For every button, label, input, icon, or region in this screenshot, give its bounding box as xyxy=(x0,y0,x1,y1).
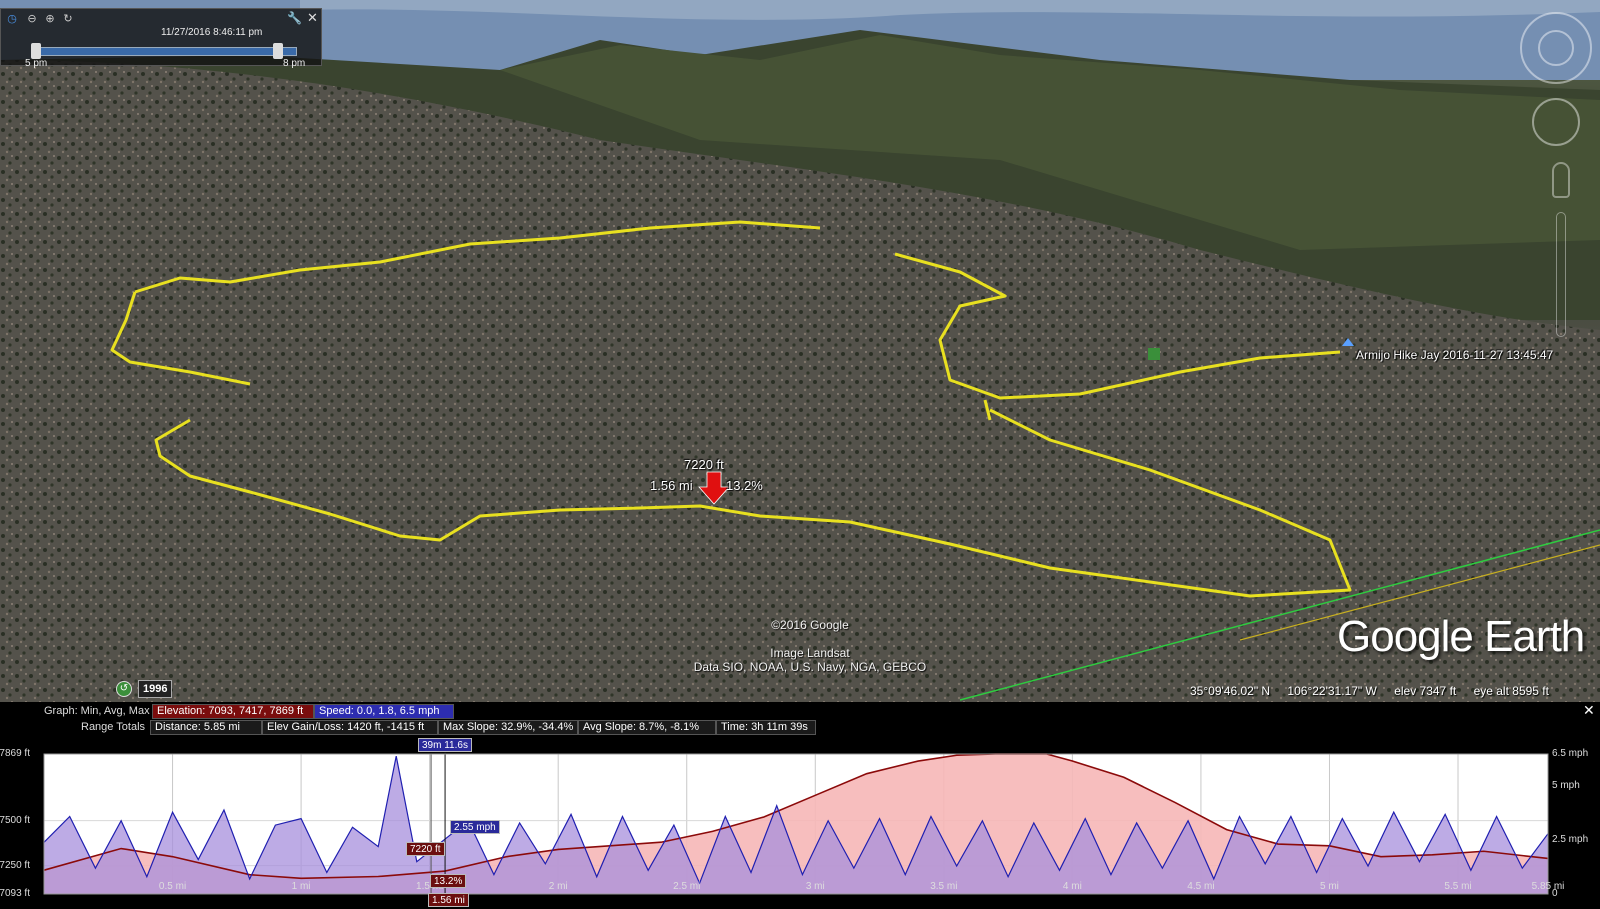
x-axis-tick-label: 0.5 mi xyxy=(158,881,187,892)
cursor-distance-label: 1.56 mi xyxy=(650,478,693,493)
cursor-distance-tag: 1.56 mi xyxy=(428,893,469,907)
imagery-source-text: Image Landsat xyxy=(770,646,850,660)
placemark-label[interactable]: Armijo Hike Jay 2016-11-27 13:45:47 xyxy=(1356,348,1553,362)
historical-year-label: 1996 xyxy=(138,680,173,698)
compass-center-icon[interactable] xyxy=(1538,30,1574,66)
right-axis-tick-label: 6.5 mph xyxy=(1552,748,1589,759)
left-axis-tick-label: 7869 ft xyxy=(0,748,30,759)
elevation-readout: elev 7347 ft xyxy=(1394,684,1457,698)
status-bar: 35°09'46.02" N 106°22'31.17" W elev 7347… xyxy=(1190,684,1563,698)
cursor-elevation-label: 7220 ft xyxy=(684,457,724,472)
profile-close-icon[interactable]: ✕ xyxy=(1583,702,1595,719)
x-axis-tick-label: 3.5 mi xyxy=(930,881,958,892)
x-axis-tick-label: 5.5 mi xyxy=(1444,881,1472,892)
distance-total: Distance: 5.85 mi xyxy=(150,720,262,735)
x-axis-tick-label: 4.5 mi xyxy=(1187,881,1215,892)
max-slope-total: Max Slope: 32.9%, -34.4% xyxy=(438,720,578,735)
left-axis-tick-label: 7500 ft xyxy=(0,814,30,826)
close-icon[interactable]: ✕ xyxy=(307,10,318,26)
navigation-controls xyxy=(1520,12,1600,342)
x-axis-tick-label: 3 mi xyxy=(805,881,825,892)
x-axis-tick-label: 5.85 mi xyxy=(1531,881,1565,892)
eye-altitude-readout: eye alt 8595 ft xyxy=(1473,684,1549,698)
x-axis-tick-label: 5 mi xyxy=(1320,881,1339,892)
time-total: Time: 3h 11m 39s xyxy=(716,720,816,735)
cursor-speed-tag: 2.55 mph xyxy=(450,820,500,834)
cursor-elevation-tag: 7220 ft xyxy=(406,842,445,856)
elevation-gain-loss-total: Elev Gain/Loss: 1420 ft, -1415 ft xyxy=(262,720,438,735)
hiker-icon[interactable] xyxy=(1148,348,1160,360)
zoom-slider[interactable] xyxy=(1556,212,1566,337)
data-source-text: Data SIO, NOAA, U.S. Navy, NGA, GEBCO xyxy=(693,660,927,674)
time-slider-date: 11/27/2016 8:46:11 pm xyxy=(161,27,263,38)
x-axis-tick-label: 2.5 mi xyxy=(673,881,701,892)
elevation-speed-chart[interactable] xyxy=(0,736,1600,909)
left-axis-tick-label: 7093 ft xyxy=(0,888,30,899)
time-slider-panel: ◷ ⊖ ⊕ ↻ 11/27/2016 8:46:11 pm 5 pm 8 pm … xyxy=(0,8,322,69)
historical-imagery-icon[interactable]: ↺ xyxy=(116,681,132,697)
time-slider-end-label: 8 pm xyxy=(283,58,306,69)
earth-3d-view[interactable]: 7220 ft 1.56 mi 13.2% Armijo Hike Jay 20… xyxy=(0,0,1600,702)
time-slider-end-handle[interactable] xyxy=(273,43,283,59)
right-axis-tick-label: 5 mph xyxy=(1552,780,1580,792)
zoom-out-time-icon[interactable]: ⊖ xyxy=(25,12,39,26)
longitude-readout: 106°22'31.17" W xyxy=(1287,684,1377,698)
elevation-summary-button[interactable]: Elevation: 7093, 7417, 7869 ft xyxy=(152,704,314,719)
left-axis-tick-label: 7250 ft xyxy=(0,859,30,871)
latitude-readout: 35°09'46.02" N xyxy=(1190,684,1271,698)
cursor-slope-label: 13.2% xyxy=(726,478,763,493)
x-axis-tick-label: 4 mi xyxy=(1062,881,1082,892)
x-axis-tick-label: 2 mi xyxy=(548,881,568,892)
loop-icon[interactable]: ↻ xyxy=(61,12,75,26)
look-joystick-icon[interactable] xyxy=(1532,98,1580,146)
range-totals-label: Range Totals xyxy=(81,721,146,733)
right-axis-tick-label: 2.5 mph xyxy=(1552,834,1589,846)
zoom-in-time-icon[interactable]: ⊕ xyxy=(43,12,57,26)
time-slider-start-label: 5 pm xyxy=(25,58,48,69)
cursor-time-tag: 39m 11.6s xyxy=(418,738,472,752)
imagery-credits: ©2016 Google Image Landsat Data SIO, NOA… xyxy=(640,618,980,674)
graph-label: Graph: Min, Avg, Max xyxy=(44,705,150,717)
street-view-pegman-icon[interactable] xyxy=(1552,162,1570,198)
google-earth-logo: Google Earth xyxy=(1337,612,1585,661)
x-axis-tick-label: 1 mi xyxy=(291,881,311,892)
cursor-slope-tag: 13.2% xyxy=(430,874,467,888)
elevation-profile-panel: Graph: Min, Avg, Max Elevation: 7093, 74… xyxy=(0,702,1600,909)
graph-summary-row: Graph: Min, Avg, Max Elevation: 7093, 74… xyxy=(0,704,1580,719)
clock-icon[interactable]: ◷ xyxy=(5,12,19,26)
avg-slope-total: Avg Slope: 8.7%, -8.1% xyxy=(578,720,716,735)
speed-summary-button[interactable]: Speed: 0.0, 1.8, 6.5 mph xyxy=(314,704,454,719)
wrench-icon[interactable]: 🔧 xyxy=(287,11,302,25)
time-slider-track[interactable] xyxy=(31,47,297,56)
copyright-text: ©2016 Google xyxy=(771,618,849,632)
time-slider-start-handle[interactable] xyxy=(31,43,41,59)
range-totals-row: Range Totals Distance: 5.85 mi Elev Gain… xyxy=(0,720,1580,735)
